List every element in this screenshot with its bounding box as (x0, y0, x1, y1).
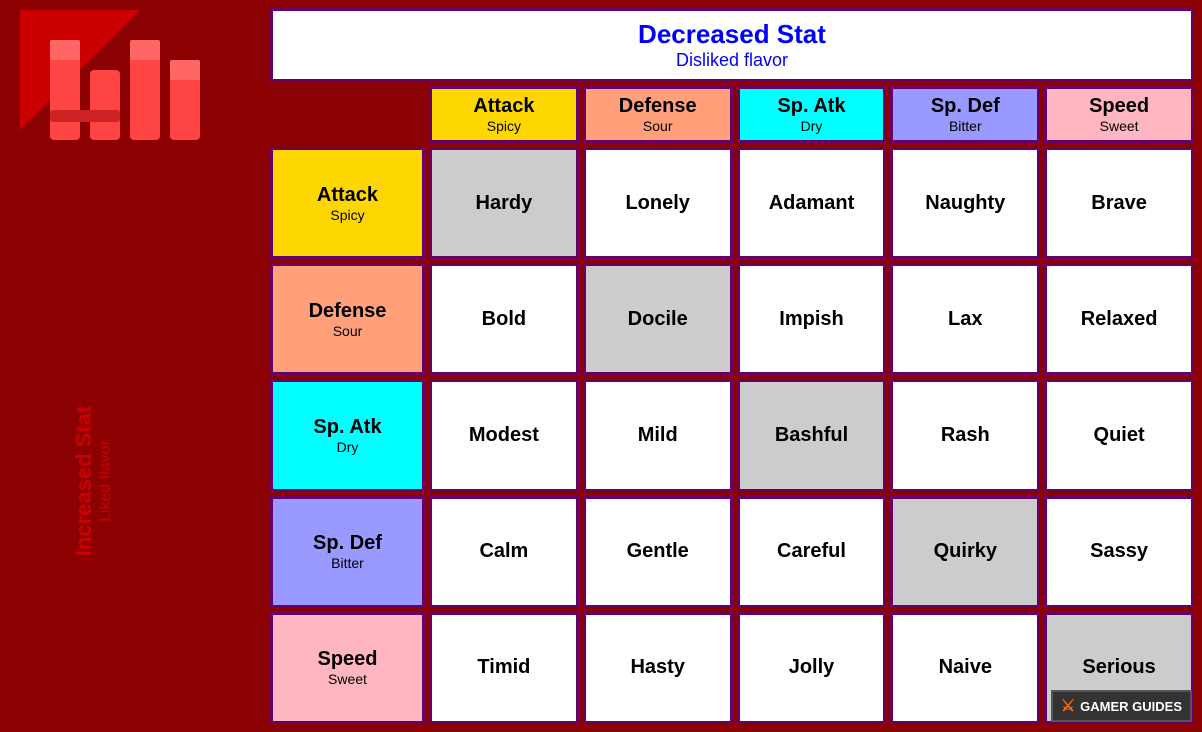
nature-cell-impish: Impish (737, 263, 887, 375)
row-header-speed: SpeedSweet (270, 612, 425, 724)
nature-cell-brave: Brave (1044, 147, 1194, 259)
nature-cell-hasty: Hasty (583, 612, 733, 724)
nature-cell-lax: Lax (890, 263, 1040, 375)
nature-cell-timid: Timid (429, 612, 579, 724)
nature-cell-rash: Rash (890, 379, 1040, 491)
nature-cell-adamant: Adamant (737, 147, 887, 259)
row-header-sp-atk: Sp. AtkDry (270, 379, 425, 491)
nature-cell-bold: Bold (429, 263, 579, 375)
corner-empty (270, 86, 425, 143)
table-area: Decreased Stat Disliked flavor AttackSpi… (270, 0, 1202, 732)
nature-cell-quirky: Quirky (890, 496, 1040, 608)
gg-logo: ⚔ (1061, 696, 1075, 716)
decreased-stat-header: Decreased Stat Disliked flavor (270, 8, 1194, 82)
nature-cell-relaxed: Relaxed (1044, 263, 1194, 375)
nature-cell-quiet: Quiet (1044, 379, 1194, 491)
increased-stat-label: Increased Stat (71, 406, 97, 556)
row-header-attack: AttackSpicy (270, 147, 425, 259)
decreased-stat-title: Decreased Stat (281, 19, 1183, 50)
disliked-flavor-subtitle: Disliked flavor (281, 50, 1183, 71)
liked-flavor-label: Liked flavor (97, 406, 115, 556)
col-header-speed: SpeedSweet (1044, 86, 1194, 143)
nature-cell-sassy: Sassy (1044, 496, 1194, 608)
nature-cell-hardy: Hardy (429, 147, 579, 259)
nature-grid: AttackSpicyDefenseSourSp. AtkDrySp. DefB… (270, 86, 1194, 724)
nature-cell-modest: Modest (429, 379, 579, 491)
col-header-sp-def: Sp. DefBitter (890, 86, 1040, 143)
gamer-guides-branding: ⚔ GAMER GUIDES (1051, 690, 1192, 722)
col-header-attack: AttackSpicy (429, 86, 579, 143)
gamer-guides-text: GAMER GUIDES (1080, 699, 1182, 714)
nature-cell-careful: Careful (737, 496, 887, 608)
nature-cell-jolly: Jolly (737, 612, 887, 724)
col-header-sp-atk: Sp. AtkDry (737, 86, 887, 143)
nature-cell-gentle: Gentle (583, 496, 733, 608)
nature-cell-lonely: Lonely (583, 147, 733, 259)
nature-cell-naive: Naive (890, 612, 1040, 724)
nature-cell-naughty: Naughty (890, 147, 1040, 259)
nature-cell-bashful: Bashful (737, 379, 887, 491)
row-header-defense: DefenseSour (270, 263, 425, 375)
nature-cell-calm: Calm (429, 496, 579, 608)
main-container: Increased Stat Liked flavor Decreased St… (0, 0, 1202, 732)
nature-cell-docile: Docile (583, 263, 733, 375)
logo-svg (20, 10, 240, 210)
col-header-defense: DefenseSour (583, 86, 733, 143)
logo-area: Increased Stat Liked flavor (0, 0, 270, 732)
nature-cell-mild: Mild (583, 379, 733, 491)
row-header-sp-def: Sp. DefBitter (270, 496, 425, 608)
